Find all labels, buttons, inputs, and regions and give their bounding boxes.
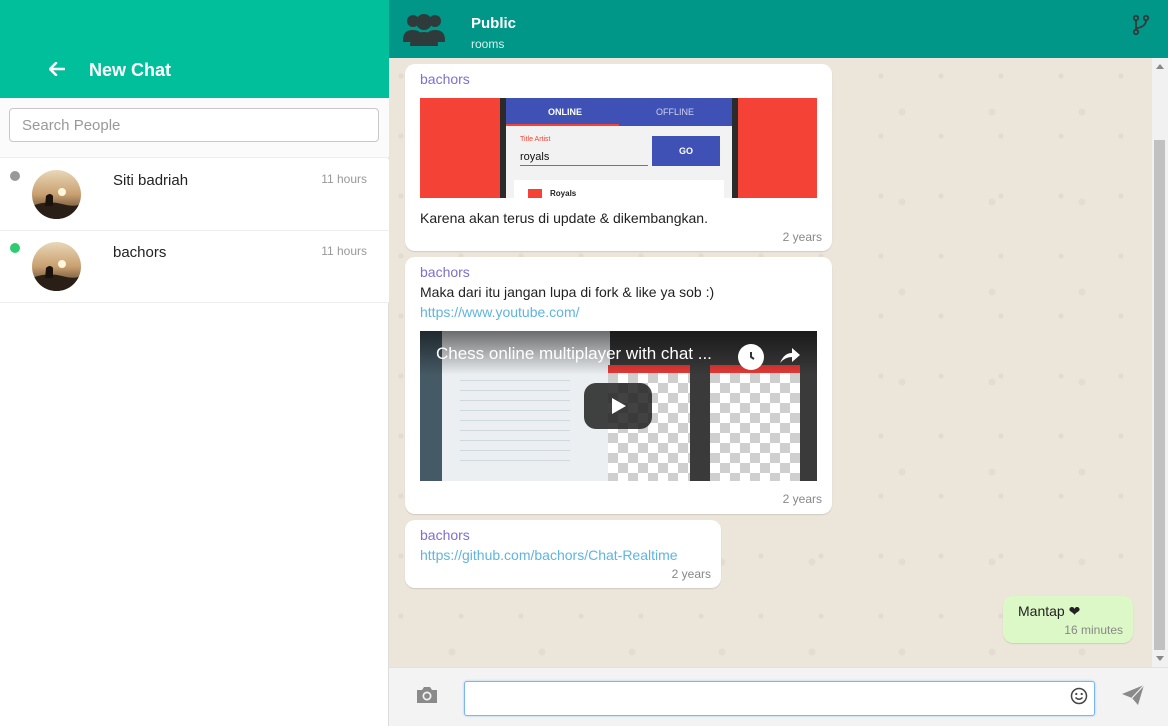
message-text: Karena akan terus di update & dikembangk… [420, 210, 708, 226]
result-title: Royals [550, 189, 577, 198]
avatar [32, 242, 81, 291]
back-arrow-icon[interactable] [46, 58, 68, 80]
contact-time: 11 hours [321, 244, 367, 258]
scroll-down-arrow[interactable] [1156, 656, 1164, 661]
group-icon [403, 10, 445, 48]
message-text: Mantap ❤ [1018, 603, 1081, 619]
message-image[interactable]: ONLINE OFFLINE Title Artist royals GO Ro… [420, 98, 817, 198]
room-subtitle: rooms [471, 37, 505, 51]
offline-status-dot [10, 171, 20, 181]
room-name: Public [471, 15, 517, 32]
new-chat-title: New Chat [89, 60, 172, 80]
result-card: Royals [514, 180, 724, 198]
chat-app: New Chat Siti badriah 11 hours [0, 0, 1168, 726]
tab-online: ONLINE [548, 107, 583, 117]
message-link-row: https://github.com/bachors/Chat-Realtime [420, 547, 678, 563]
tab-offline: OFFLINE [656, 107, 695, 117]
contact-time: 11 hours [321, 172, 367, 186]
message-bubble: bachors Maka dari itu jangan lupa di for… [405, 257, 832, 514]
composer-bar [389, 667, 1168, 726]
contact-item[interactable]: bachors 11 hours [0, 231, 389, 303]
fork-icon[interactable] [1132, 14, 1150, 36]
message-scrollbar[interactable] [1152, 58, 1168, 667]
contact-item[interactable]: Siti badriah 11 hours [0, 159, 389, 231]
emoji-icon[interactable] [1070, 687, 1088, 705]
video-title: Chess online multiplayer with chat ... [436, 344, 712, 363]
play-button-icon[interactable] [584, 383, 652, 429]
camera-icon[interactable] [415, 685, 439, 705]
go-button: GO [652, 136, 720, 166]
message-time: 2 years [671, 567, 711, 581]
contact-name: bachors [113, 244, 167, 261]
new-chat-panel: New Chat Siti badriah 11 hours [0, 0, 389, 726]
contact-name: Siti badriah [113, 172, 189, 189]
share-icon[interactable] [776, 343, 802, 369]
field-label: Title Artist [520, 136, 551, 143]
chat-header: Public rooms [389, 0, 1168, 58]
message-sender: bachors [420, 527, 470, 543]
watch-later-icon[interactable] [738, 344, 764, 370]
message-sender: bachors [420, 264, 470, 280]
video-tree [460, 371, 570, 461]
search-people-input[interactable] [9, 108, 379, 142]
message-time: 2 years [782, 492, 822, 506]
search-bar [0, 98, 389, 158]
message-time: 16 minutes [1064, 623, 1123, 637]
app-tabs: ONLINE OFFLINE [506, 98, 732, 126]
field-underline [520, 165, 648, 166]
message-text: Maka dari itu jangan lupa di fork & like… [420, 284, 715, 300]
own-message-bubble: Mantap ❤ 16 minutes [1003, 596, 1133, 643]
video-board-2 [710, 365, 800, 481]
message-input[interactable] [464, 681, 1095, 716]
message-sender: bachors [420, 71, 470, 87]
message-bubble: bachors https://github.com/bachors/Chat-… [405, 520, 721, 588]
avatar [32, 170, 81, 219]
github-link[interactable]: https://github.com/bachors/Chat-Realtime [420, 547, 678, 563]
phone-frame: ONLINE OFFLINE Title Artist royals GO Ro… [500, 98, 738, 198]
message-time: 2 years [782, 230, 822, 244]
video-embed[interactable]: Chess online multiplayer with chat ... [420, 331, 817, 481]
new-chat-header: New Chat [0, 0, 389, 98]
phone-screen: ONLINE OFFLINE Title Artist royals GO Ro… [506, 98, 732, 198]
youtube-link[interactable]: https://www.youtube.com/ [420, 304, 580, 320]
result-thumb [528, 189, 542, 198]
field-value: royals [520, 151, 550, 163]
message-list[interactable]: bachors ONLINE OFFLINE Title Artist roya… [389, 58, 1152, 667]
message-bubble: bachors ONLINE OFFLINE Title Artist roya… [405, 64, 832, 251]
chat-panel: Public rooms bachors ONLINE OFFLINE Titl… [389, 0, 1168, 726]
online-status-dot [10, 243, 20, 253]
send-icon[interactable] [1121, 684, 1145, 706]
scroll-up-arrow[interactable] [1156, 64, 1164, 69]
scroll-thumb[interactable] [1154, 140, 1165, 650]
tab-indicator [506, 124, 619, 126]
